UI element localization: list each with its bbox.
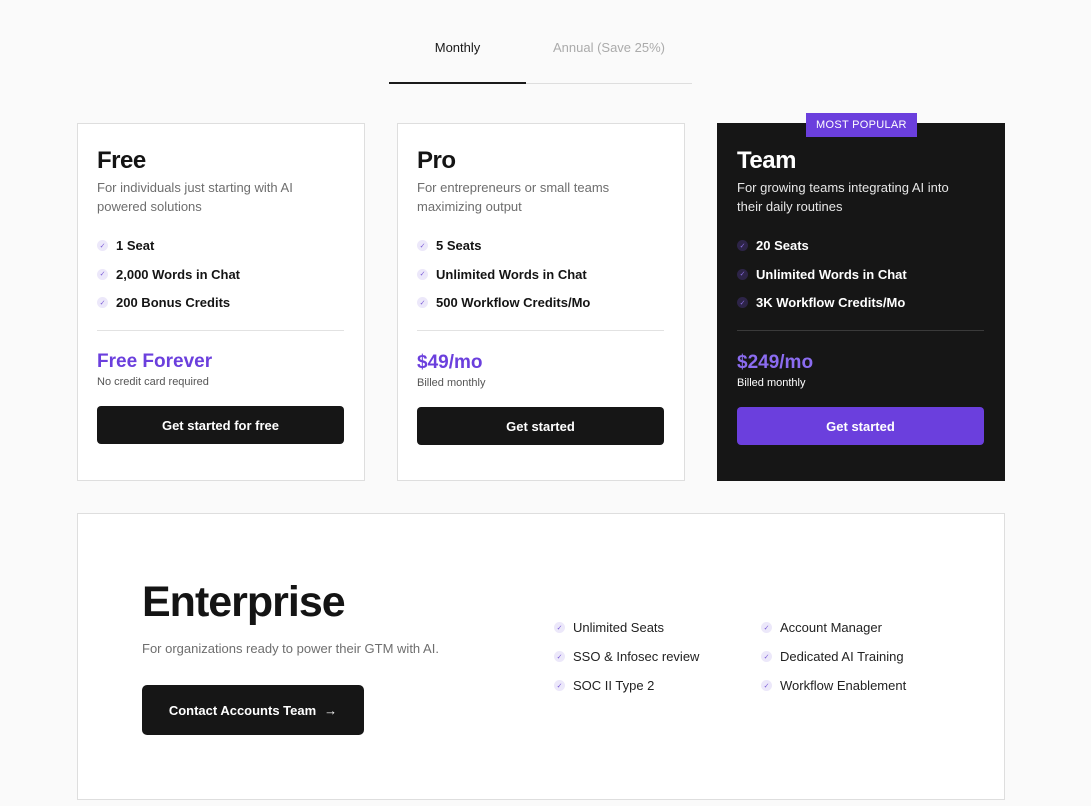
plan-name: Team xyxy=(737,147,796,174)
plan-price: Free Forever xyxy=(97,351,213,372)
feature-list: ✓ 5 Seats ✓ Unlimited Words in Chat ✓ 500 W… xyxy=(417,236,664,312)
feature-label: Unlimited Seats xyxy=(573,620,665,635)
enterprise-card: Enterprise For organizations ready to po… xyxy=(77,513,1005,800)
feature-label: SSO & Infosec review xyxy=(573,649,700,664)
active-tab-indicator xyxy=(389,82,526,84)
feature-item: ✓ 20 Seats xyxy=(737,236,984,255)
plan-price: $49/mo xyxy=(417,352,483,373)
most-popular-badge: MOST POPULAR xyxy=(806,113,917,137)
feature-item: ✓ 2,000 Words in Chat xyxy=(97,265,344,284)
get-started-free-button[interactable]: Get started for free xyxy=(97,406,344,444)
price-note: Billed monthly xyxy=(417,377,486,389)
check-icon: ✓ xyxy=(554,680,565,691)
check-icon: ✓ xyxy=(737,240,748,251)
feature-label: Dedicated AI Training xyxy=(780,649,904,664)
feature-label: SOC II Type 2 xyxy=(573,678,655,693)
check-icon: ✓ xyxy=(554,651,565,662)
feature-item: ✓ 200 Bonus Credits xyxy=(97,293,344,312)
check-icon: ✓ xyxy=(417,240,428,251)
feature-item: ✓ 1 Seat xyxy=(97,236,344,255)
feature-label: 3K Workflow Credits/Mo xyxy=(756,295,906,310)
check-icon: ✓ xyxy=(761,680,772,691)
check-icon: ✓ xyxy=(97,297,108,308)
check-icon: ✓ xyxy=(554,622,565,633)
plan-card-team: MOST POPULAR Team For growing teams inte… xyxy=(717,113,1005,481)
tab-annual-label: Annual (Save 25%) xyxy=(552,40,665,55)
plan-name: Pro xyxy=(417,147,456,174)
check-icon: ✓ xyxy=(761,622,772,633)
get-started-pro-button[interactable]: Get started xyxy=(417,407,664,445)
plan-description: For entrepreneurs or small teams maximiz… xyxy=(417,180,610,214)
feature-label: 5 Seats xyxy=(436,238,482,253)
feature-label: 2,000 Words in Chat xyxy=(116,266,241,282)
tab-annual[interactable]: Annual (Save 25%) xyxy=(526,30,692,84)
divider xyxy=(737,330,984,331)
enterprise-description: For organizations ready to power their G… xyxy=(142,641,439,656)
check-icon: ✓ xyxy=(97,268,108,280)
enterprise-features-col2: ✓ Account Manager ✓ Dedicated AI Training … xyxy=(761,618,906,705)
plan-card-free: Free For individuals just starting with … xyxy=(77,123,365,481)
feature-list: ✓ 20 Seats ✓ Unlimited Words in Chat ✓ 3K W… xyxy=(737,236,984,312)
check-icon: ✓ xyxy=(417,297,428,308)
feature-label: 1 Seat xyxy=(116,238,155,253)
plan-price: $249/mo xyxy=(737,352,814,373)
check-icon: ✓ xyxy=(737,297,748,308)
feature-label: Unlimited Words in Chat xyxy=(436,266,587,282)
enterprise-title: Enterprise xyxy=(142,578,346,626)
plan-description: For individuals just starting with AI po… xyxy=(97,180,293,214)
enterprise-features-col1: ✓ Unlimited Seats ✓ SSO & Infosec review ✓… xyxy=(554,618,699,705)
feature-item: ✓ Account Manager xyxy=(761,618,906,637)
divider xyxy=(97,330,344,331)
billing-tabs: Monthly Annual (Save 25%) xyxy=(389,30,692,85)
feature-item: ✓ 5 Seats xyxy=(417,236,664,255)
check-icon: ✓ xyxy=(417,268,428,280)
feature-label: Workflow Enablement xyxy=(780,678,907,693)
check-icon: ✓ xyxy=(737,268,748,280)
feature-item: ✓ 500 Workflow Credits/Mo xyxy=(417,293,664,312)
feature-label: Unlimited Words in Chat xyxy=(756,266,907,282)
plan-name: Free xyxy=(97,147,146,174)
plan-card-pro: Pro For entrepreneurs or small teams max… xyxy=(397,123,685,481)
check-icon: ✓ xyxy=(97,240,108,251)
feature-item: ✓ 3K Workflow Credits/Mo xyxy=(737,293,984,312)
arrow-right-icon: → xyxy=(324,702,338,718)
feature-item: ✓ Dedicated AI Training xyxy=(761,647,906,666)
feature-item: ✓ SOC II Type 2 xyxy=(554,676,699,695)
contact-accounts-team-button[interactable]: Contact Accounts Team → xyxy=(142,685,364,735)
tab-monthly[interactable]: Monthly xyxy=(389,30,526,84)
get-started-team-button[interactable]: Get started xyxy=(737,407,984,445)
plan-description: For growing teams integrating AI into th… xyxy=(737,180,949,214)
tab-monthly-label: Monthly xyxy=(434,40,481,55)
feature-label: Account Manager xyxy=(780,620,882,635)
contact-button-label: Contact Accounts Team xyxy=(168,702,317,718)
feature-label: 20 Seats xyxy=(756,238,809,253)
price-note: Billed monthly xyxy=(737,377,806,389)
feature-item: ✓ SSO & Infosec review xyxy=(554,647,699,666)
feature-label: 200 Bonus Credits xyxy=(116,295,231,310)
feature-list: ✓ 1 Seat ✓ 2,000 Words in Chat ✓ 200 Bonus … xyxy=(97,236,344,312)
feature-label: 500 Workflow Credits/Mo xyxy=(436,295,591,310)
feature-item: ✓ Workflow Enablement xyxy=(761,676,906,695)
divider xyxy=(417,330,664,331)
feature-item: ✓ Unlimited Seats xyxy=(554,618,699,637)
price-note: No credit card required xyxy=(97,376,209,388)
feature-item: ✓ Unlimited Words in Chat xyxy=(417,265,664,284)
feature-item: ✓ Unlimited Words in Chat xyxy=(737,265,984,284)
check-icon: ✓ xyxy=(761,651,772,662)
